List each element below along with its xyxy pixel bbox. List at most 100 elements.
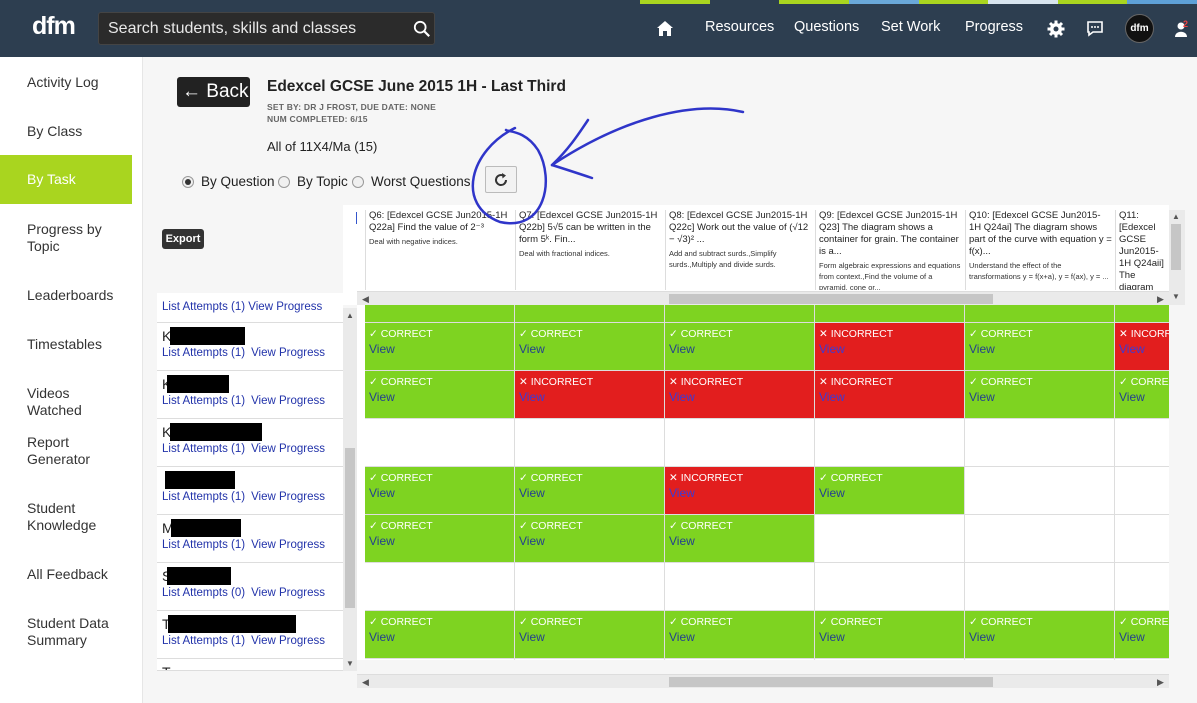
view-attempt-link[interactable]: View (669, 342, 695, 356)
view-progress-link[interactable]: View Progress (251, 587, 325, 599)
result-cell[interactable]: ✓ CORRECT View (1115, 371, 1169, 419)
view-attempt-link[interactable]: View (369, 390, 395, 404)
export-button[interactable]: Export (162, 229, 204, 249)
radio-by-topic[interactable]: By Topic (278, 174, 348, 189)
scrollbar-thumb[interactable] (669, 294, 993, 304)
question-header[interactable]: Q11: [Edexcel GCSE Jun2015-1H Q24aii] Th… (1115, 210, 1169, 290)
sidebar-item-progress-by-topic[interactable]: Progress by Topic (0, 221, 110, 255)
view-attempt-link[interactable]: View (1119, 342, 1145, 356)
list-attempts-link[interactable]: List Attempts (1) (162, 347, 245, 359)
radio-by-question[interactable]: By Question (182, 174, 275, 189)
radio-selected-icon[interactable] (182, 175, 194, 188)
radio-icon[interactable] (352, 175, 364, 188)
search-box[interactable] (98, 12, 435, 45)
view-attempt-link[interactable]: View (669, 486, 695, 500)
view-attempt-link[interactable]: View (1119, 390, 1145, 404)
view-attempt-link[interactable]: View (819, 342, 845, 356)
grid-horizontal-scrollbar[interactable]: ◀ ▶ (357, 674, 1169, 688)
view-attempt-link[interactable]: View (669, 534, 695, 548)
view-attempt-link[interactable]: View (519, 630, 545, 644)
list-attempts-link[interactable]: List Attempts (1) (162, 539, 245, 551)
result-cell[interactable]: ✕ INCORRECT View (515, 371, 665, 419)
scroll-up-icon[interactable]: ▲ (1172, 212, 1180, 221)
view-attempt-link[interactable]: View (369, 486, 395, 500)
result-cell[interactable]: ✕ INCORRECT View (815, 371, 965, 419)
result-cell[interactable]: ✓ CORRECT View (515, 323, 665, 371)
result-cell[interactable]: ✓ CORRECT View (665, 611, 815, 659)
sidebar-item-by-class[interactable]: By Class (0, 123, 110, 140)
result-cell[interactable]: ✕ INCORRECT View (815, 323, 965, 371)
question-header[interactable]: Q9: [Edexcel GCSE Jun2015-1H Q23] The di… (815, 210, 965, 290)
sidebar-item-activity-log[interactable]: Activity Log (0, 74, 110, 91)
list-attempts-link[interactable]: List Attempts (0) (162, 587, 245, 599)
result-cell[interactable]: ✓ CORRECT View (365, 611, 515, 659)
view-progress-link[interactable]: View Progress (251, 539, 325, 551)
sidebar-item-report-generator[interactable]: Report Generator (0, 434, 110, 468)
result-cell[interactable]: ✓ CORRECT View (965, 371, 1115, 419)
view-progress-link[interactable]: View Progress (251, 635, 325, 647)
view-attempt-link[interactable]: View (519, 534, 545, 548)
result-cell[interactable]: ✓ CORRECT View (365, 467, 515, 515)
view-attempt-link[interactable]: View (519, 342, 545, 356)
home-icon[interactable] (656, 20, 674, 37)
sidebar-item-videos-watched[interactable]: Videos Watched (0, 385, 110, 419)
student-name[interactable]: T (162, 664, 171, 670)
view-attempt-link[interactable]: View (669, 630, 695, 644)
result-cell[interactable]: ✓ CORRECT View (815, 611, 965, 659)
list-attempts-link[interactable]: List Attempts (1) (162, 443, 245, 455)
result-cell[interactable]: ✓ CORRECT View (515, 611, 665, 659)
nav-progress[interactable]: Progress (965, 19, 1023, 35)
question-header[interactable]: Q10: [Edexcel GCSE Jun2015-1H Q24ai] The… (965, 210, 1115, 290)
student-row-partial-links[interactable]: List Attempts (1) View Progress (162, 301, 322, 313)
result-cell[interactable]: ✕ INCORRECT View (665, 467, 815, 515)
list-attempts-link[interactable]: List Attempts (1) (162, 491, 245, 503)
search-input[interactable] (99, 13, 399, 44)
scroll-right-icon[interactable]: ▶ (1157, 292, 1164, 306)
sidebar-item-leaderboards[interactable]: Leaderboards (0, 287, 113, 304)
gear-icon[interactable] (1047, 20, 1065, 38)
header-horizontal-scrollbar[interactable]: ◀ ▶ (357, 291, 1169, 305)
question-header[interactable]: Q7: [Edexcel GCSE Jun2015-1H Q22b] 5√5 c… (515, 210, 665, 290)
question-header[interactable]: Q8: [Edexcel GCSE Jun2015-1H Q22c] Work … (665, 210, 815, 290)
scrollbar-thumb[interactable] (669, 677, 993, 687)
view-attempt-link[interactable]: View (819, 390, 845, 404)
scrollbar-thumb[interactable] (1171, 224, 1181, 270)
list-attempts-link[interactable]: List Attempts (1) (162, 395, 245, 407)
view-attempt-link[interactable]: View (369, 630, 395, 644)
result-cell[interactable]: ✓ CORRECT View (515, 467, 665, 515)
scrollbar-thumb[interactable] (345, 448, 355, 608)
list-attempts-link[interactable]: List Attempts (1) (162, 635, 245, 647)
scroll-down-icon[interactable]: ▼ (346, 659, 354, 668)
view-progress-link[interactable]: View Progress (251, 443, 325, 455)
view-attempt-link[interactable]: View (969, 342, 995, 356)
view-attempt-link[interactable]: View (519, 486, 545, 500)
sidebar-item-student-knowledge[interactable]: Student Knowledge (0, 500, 110, 534)
radio-icon[interactable] (278, 175, 290, 188)
avatar[interactable]: dfm (1125, 14, 1154, 43)
scroll-left-icon[interactable]: ◀ (362, 675, 369, 689)
result-cell[interactable]: ✕ INCORRECT View (1115, 323, 1169, 371)
scroll-up-icon[interactable]: ▲ (346, 311, 354, 320)
scroll-right-icon[interactable]: ▶ (1157, 675, 1164, 689)
question-header[interactable]: Q6: [Edexcel GCSE Jun2015-1H Q22a] Find … (365, 210, 515, 290)
nav-set-work[interactable]: Set Work (881, 19, 940, 35)
view-attempt-link[interactable]: View (969, 630, 995, 644)
sidebar-item-timestables[interactable]: Timestables (0, 336, 110, 353)
view-attempt-link[interactable]: View (369, 534, 395, 548)
sidebar-item-by-task[interactable]: By Task (0, 155, 132, 204)
view-attempt-link[interactable]: View (969, 390, 995, 404)
view-attempt-link[interactable]: View (519, 390, 545, 404)
nav-resources[interactable]: Resources (705, 19, 774, 35)
view-attempt-link[interactable]: View (819, 630, 845, 644)
scroll-down-icon[interactable]: ▼ (1172, 292, 1180, 301)
result-cell[interactable]: ✓ CORRECT View (665, 323, 815, 371)
view-progress-link[interactable]: View Progress (251, 395, 325, 407)
sidebar-item-student-data-summary[interactable]: Student Data Summary (0, 615, 110, 649)
scroll-left-icon[interactable]: ◀ (362, 292, 369, 306)
sidebar-item-all-feedback[interactable]: All Feedback (0, 566, 110, 583)
view-attempt-link[interactable]: View (669, 390, 695, 404)
view-attempt-link[interactable]: View (819, 486, 845, 500)
nav-questions[interactable]: Questions (794, 19, 859, 35)
radio-worst-questions[interactable]: Worst Questions (352, 174, 471, 189)
result-cell[interactable]: ✓ CORRECT View (665, 515, 815, 563)
